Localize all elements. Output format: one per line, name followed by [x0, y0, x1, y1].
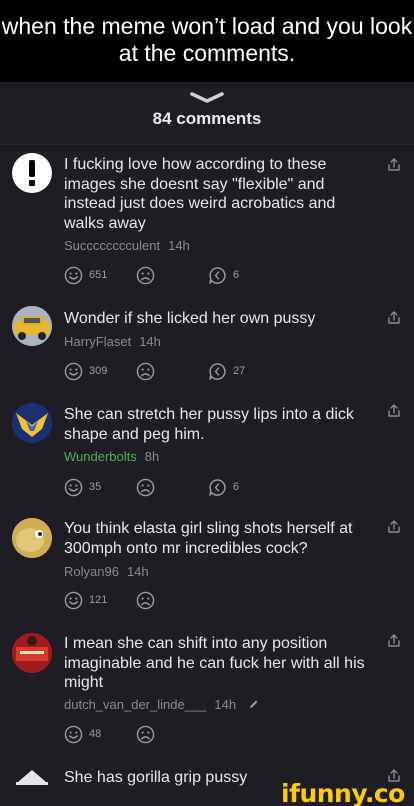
smile-icon	[64, 478, 83, 496]
reply-button[interactable]: 27	[208, 361, 245, 381]
chevron-down-icon[interactable]	[189, 91, 225, 105]
smile-count: 651	[89, 269, 108, 281]
smile-count: 309	[89, 365, 108, 377]
reply-icon	[209, 478, 226, 496]
unsmile-button[interactable]	[136, 361, 155, 381]
comment-username[interactable]: Wunderbolts	[64, 449, 137, 464]
comment-meta: dutch_van_der_linde___ 14h	[64, 697, 259, 712]
reply-button[interactable]: 6	[208, 265, 239, 285]
meme-caption: when the meme won’t load and you look at…	[0, 0, 414, 82]
avatar[interactable]	[12, 766, 52, 806]
unsmile-icon	[136, 478, 155, 496]
unsmile-button[interactable]	[136, 477, 155, 497]
avatar[interactable]	[12, 633, 52, 673]
smile-button[interactable]: 35	[64, 477, 101, 497]
pencil-icon	[249, 700, 258, 708]
comment-text: Wonder if she licked her own pussy	[64, 310, 316, 327]
comment-actions: 35 6	[64, 477, 264, 497]
comment-actions: 651 6	[64, 265, 264, 285]
comment-count: 84 comments	[152, 109, 262, 128]
divider	[0, 144, 414, 145]
comment-time: 14h	[168, 238, 190, 253]
comment-time: 14h	[214, 697, 237, 712]
comment-meta: Wunderbolts 8h	[64, 449, 159, 464]
comment-time: 14h	[126, 564, 149, 579]
unsmile-button[interactable]	[136, 724, 155, 744]
comment-text: I fucking love how according to these im…	[64, 156, 336, 232]
comment-meta: Succcccccculent 14h	[64, 238, 190, 253]
comment-meta: HarryFlaset 14h	[64, 334, 161, 349]
avatar[interactable]	[12, 403, 52, 443]
avatar[interactable]	[12, 518, 52, 558]
comment-username[interactable]: Succcccccculent	[64, 238, 160, 253]
unsmile-icon	[136, 725, 155, 743]
share-icon[interactable]	[386, 519, 402, 535]
share-icon[interactable]	[386, 157, 402, 173]
ifunny-watermark: ifunny.co	[281, 779, 405, 806]
unsmile-button[interactable]	[136, 590, 155, 610]
reply-count: 27	[233, 365, 246, 377]
smile-icon	[64, 266, 83, 284]
share-icon[interactable]	[386, 633, 402, 649]
smile-count: 48	[89, 728, 102, 740]
comment-time: 14h	[139, 334, 161, 349]
comment-text: She can stretch her pussy lips into a di…	[64, 406, 354, 443]
reply-icon	[209, 266, 226, 284]
comment-username[interactable]: HarryFlaset	[64, 334, 131, 349]
smile-icon	[64, 362, 83, 380]
avatar[interactable]	[12, 306, 52, 346]
avatar[interactable]	[12, 153, 52, 193]
comment-time: 8h	[144, 449, 160, 464]
unsmile-icon	[136, 591, 155, 609]
smile-icon	[64, 591, 83, 609]
unsmile-icon	[136, 266, 155, 284]
smile-count: 121	[89, 594, 108, 606]
comment-actions: 309 27	[64, 361, 264, 381]
comment-username[interactable]: Rolyan96	[64, 564, 119, 579]
smile-button[interactable]: 651	[64, 265, 107, 285]
reply-button[interactable]: 6	[208, 477, 239, 497]
smile-button[interactable]: 121	[64, 590, 107, 610]
comment-text: I mean she can shift into any position i…	[64, 635, 365, 691]
comment-meta: Rolyan96 14h	[64, 564, 149, 579]
smile-button[interactable]: 309	[64, 361, 107, 381]
comment-username[interactable]: dutch_van_der_linde___	[64, 697, 206, 712]
comment-actions: 121	[64, 590, 264, 610]
unsmile-icon	[136, 362, 155, 380]
comment-text: You think elasta girl sling shots hersel…	[64, 520, 353, 557]
smile-count: 35	[89, 481, 102, 493]
reply-count: 6	[233, 269, 240, 281]
unsmile-button[interactable]	[136, 265, 155, 285]
share-icon[interactable]	[386, 403, 402, 419]
share-icon[interactable]	[386, 310, 402, 326]
reply-count: 6	[233, 481, 240, 493]
comment-actions: 48	[64, 724, 264, 744]
smile-button[interactable]: 48	[64, 724, 101, 744]
smile-icon	[64, 725, 83, 743]
reply-icon	[209, 362, 226, 380]
